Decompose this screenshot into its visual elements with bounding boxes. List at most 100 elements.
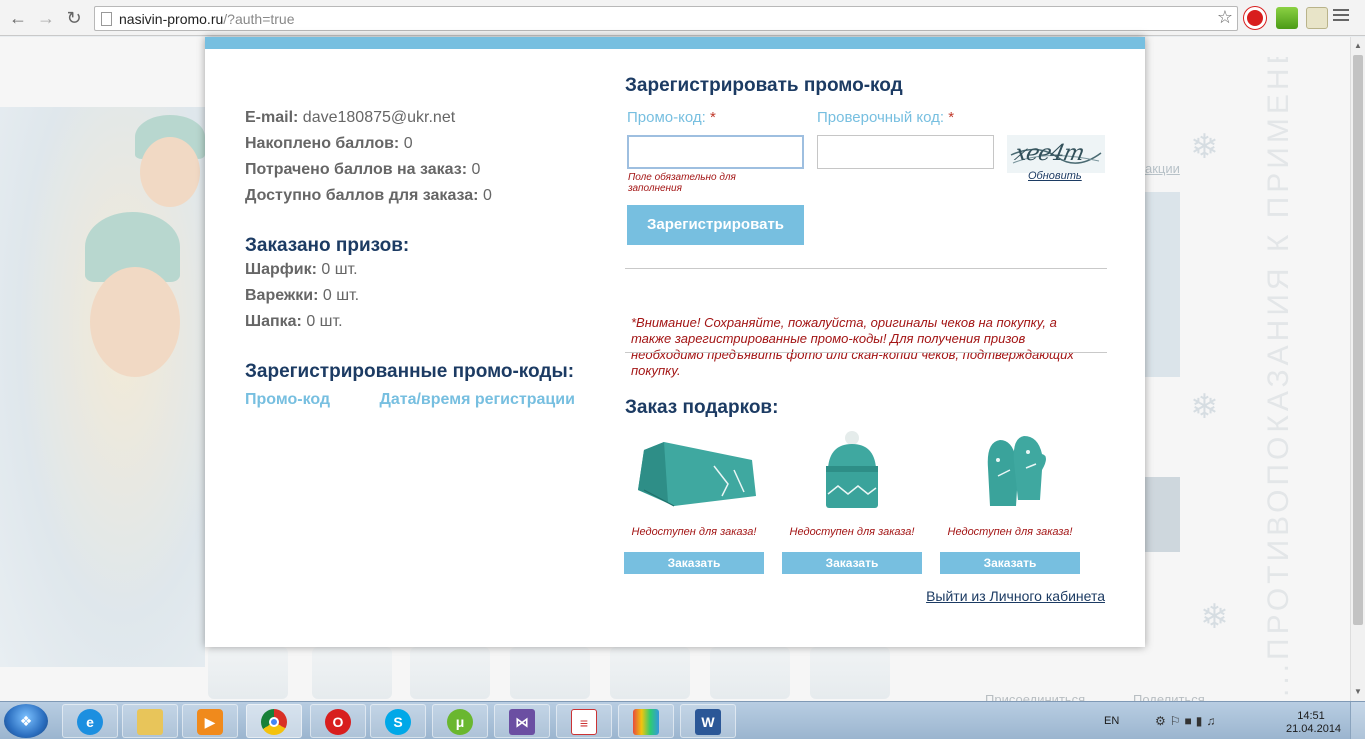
bg-panel [1145, 477, 1180, 552]
gift-hat: Недоступен для заказа! Заказать [782, 430, 922, 575]
register-button[interactable]: Зарегистрировать [627, 205, 804, 245]
media-player-icon: ▶ [197, 709, 223, 735]
skype-icon: S [385, 709, 411, 735]
earned-value: 0 [403, 135, 413, 152]
opera-extension-icon[interactable] [1244, 7, 1266, 29]
prize-row-mittens: Варежки: 0 шт. [245, 287, 615, 313]
scroll-thumb[interactable] [1353, 55, 1363, 625]
chrome-menu-icon[interactable] [1333, 9, 1349, 23]
tray-icons[interactable]: ⚙⚐■▮♫ [1155, 714, 1219, 728]
bg-product [410, 647, 490, 699]
prize-label: Шапка: [245, 313, 302, 330]
captcha-text: xee4m [1012, 141, 1086, 166]
bg-footer-join: Присоединиться [985, 692, 1086, 701]
taskbar-utorrent[interactable]: μ [432, 704, 488, 738]
order-scarf-button[interactable]: Заказать [624, 552, 764, 574]
email-value: dave180875@ukr.net [302, 109, 456, 126]
beanie-icon [826, 431, 878, 508]
address-url[interactable]: nasivin-promo.ru/?auth=true [119, 11, 295, 27]
check-code-label-text: Проверочный код: [817, 109, 945, 126]
windows-taskbar: ❖ e ▶ O S μ ⋈ ≡ W EN ⚙⚐■▮♫ 14:51 21.04.2… [0, 701, 1365, 739]
snowflake-icon: ❄ [1190, 388, 1219, 426]
check-code-input[interactable] [817, 135, 994, 169]
promo-code-error: Поле обязательно для заполнения [628, 172, 736, 194]
taskbar-chrome[interactable] [246, 704, 302, 738]
folder-icon [137, 709, 163, 735]
prize-value: 0 шт. [306, 313, 343, 330]
registered-codes-title: Зарегистрированные промо-коды: [245, 361, 575, 382]
scroll-up-icon[interactable]: ▲ [1354, 41, 1362, 50]
bookmark-star-icon[interactable]: ☆ [1217, 7, 1233, 28]
captcha-refresh-link[interactable]: Обновить [1028, 170, 1082, 182]
personal-cabinet-modal: E-mail: dave180875@ukr.net Накоплено бал… [205, 37, 1145, 647]
bg-vertical-text: ...ПРОТИВОПОКАЗАНИЯ К ПРИМЕНЕНИЮ ОЗНАКОМ… [1262, 57, 1350, 697]
ie-icon: e [77, 709, 103, 735]
codes-table-header: Промо-код Дата/время регистрации [245, 391, 615, 409]
taskbar-media[interactable]: ▶ [182, 704, 238, 738]
spent-row: Потрачено баллов на заказ: 0 [245, 161, 615, 187]
mittens-image [940, 430, 1080, 515]
address-bar[interactable]: nasivin-promo.ru/?auth=true ☆ [94, 6, 1238, 31]
scarf-image [624, 430, 764, 515]
gift-mittens: Недоступен для заказа! Заказать [940, 430, 1080, 575]
available-value: 0 [482, 187, 492, 204]
logout-link[interactable]: Выйти из Личного кабинета [926, 588, 1105, 604]
bg-product [810, 647, 890, 699]
col-promo-code: Промо-код [245, 391, 331, 408]
extension-icon[interactable] [1306, 7, 1328, 29]
show-desktop-button[interactable] [1350, 702, 1365, 739]
utorrent-icon: μ [447, 709, 473, 735]
app-icon: ⋈ [509, 709, 535, 735]
page-scrollbar[interactable]: ▲ ▼ [1350, 37, 1365, 701]
gift-status: Недоступен для заказа! [631, 526, 757, 538]
taskbar-app[interactable] [618, 704, 674, 738]
snowflake-icon: ❄ [1190, 128, 1219, 166]
background-photo [0, 107, 205, 667]
language-indicator[interactable]: EN [1104, 715, 1119, 727]
required-mark: * [948, 109, 955, 126]
email-label: E-mail: [245, 109, 299, 126]
col-registration-datetime: Дата/время регистрации [379, 391, 575, 408]
warning-text: *Внимание! Сохраняйте, пожалуйста, ориги… [631, 315, 1074, 378]
forward-icon[interactable]: → [34, 6, 58, 30]
taskbar-opera[interactable]: O [310, 704, 366, 738]
gift-scarf: Недоступен для заказа! Заказать [624, 430, 764, 575]
promo-code-input[interactable] [627, 135, 804, 169]
start-button[interactable]: ❖ [4, 704, 48, 738]
register-title: Зарегистрировать промо-код [625, 75, 903, 96]
gift-status: Недоступен для заказа! [947, 526, 1073, 538]
promo-code-label-text: Промо-код: [627, 109, 706, 126]
back-icon[interactable]: ← [6, 6, 30, 30]
available-label: Доступно баллов для заказа: [245, 187, 479, 204]
taskbar-ie[interactable]: e [62, 704, 118, 738]
captcha-image: xee4m [1007, 135, 1105, 173]
required-mark: * [709, 109, 716, 126]
order-mittens-button[interactable]: Заказать [940, 552, 1080, 574]
system-clock[interactable]: 14:51 21.04.2014 [1286, 710, 1341, 736]
opera-icon: O [325, 709, 351, 735]
prize-label: Варежки: [245, 287, 319, 304]
scroll-down-icon[interactable]: ▼ [1354, 687, 1362, 696]
download-extension-icon[interactable] [1276, 7, 1298, 29]
gift-status: Недоступен для заказа! [789, 526, 915, 538]
prize-label: Шарфик: [245, 261, 317, 278]
snowflake-icon: ❄ [1200, 598, 1229, 636]
taskbar-skype[interactable]: S [370, 704, 426, 738]
prizes-title: Заказано призов: [245, 235, 410, 256]
modal-top-bar [205, 37, 1145, 49]
available-row: Доступно баллов для заказа: 0 [245, 187, 615, 213]
reload-icon[interactable]: ↻ [62, 6, 86, 30]
taskbar-explorer[interactable] [122, 704, 178, 738]
bg-side-link: акции [1145, 161, 1180, 176]
order-hat-button[interactable]: Заказать [782, 552, 922, 574]
divider [625, 268, 1107, 269]
url-query: /?auth=true [223, 11, 295, 27]
spent-label: Потрачено баллов на заказ: [245, 161, 468, 178]
bg-product [610, 647, 690, 699]
scarf-icon [638, 442, 756, 507]
mittens-icon [987, 436, 1046, 506]
taskbar-app[interactable]: ≡ [556, 704, 612, 738]
taskbar-app[interactable]: ⋈ [494, 704, 550, 738]
bg-product [208, 647, 288, 699]
taskbar-word[interactable]: W [680, 704, 736, 738]
